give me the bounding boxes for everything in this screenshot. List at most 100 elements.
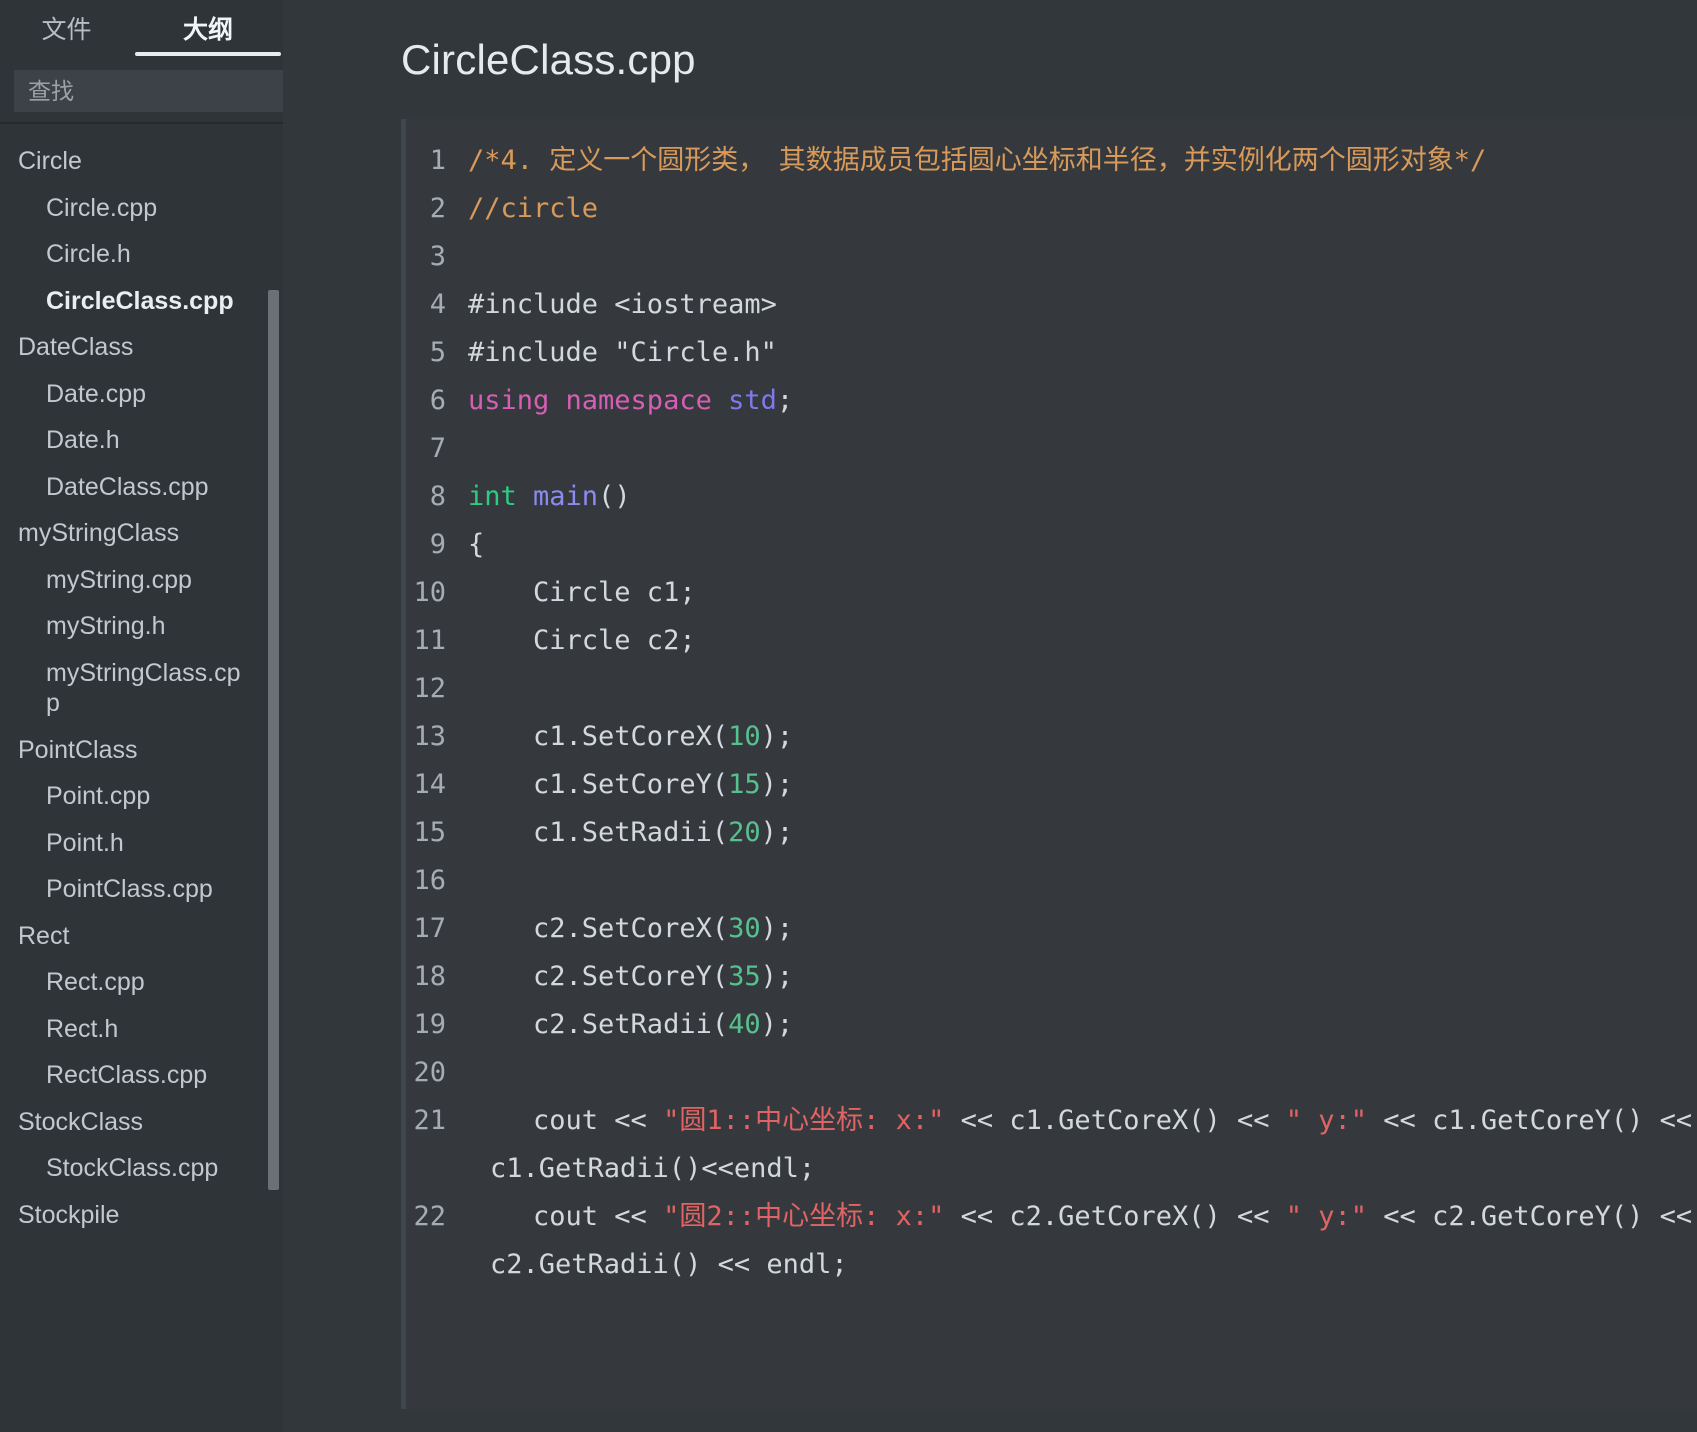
code-line-wrap: c1.GetRadii()<<endl;	[406, 1145, 1697, 1193]
code-line: 19 c2.SetRadii(40);	[406, 1001, 1697, 1049]
tree-item-point-h[interactable]: Point.h	[0, 820, 283, 867]
tree-item-circle-h[interactable]: Circle.h	[0, 231, 283, 278]
code-token-ns: std	[728, 385, 777, 416]
code-token-str: " y:"	[1285, 1105, 1368, 1136]
code-text: //circle	[468, 185, 598, 233]
code-line: 17 c2.SetCoreX(30);	[406, 905, 1697, 953]
code-text: {	[468, 521, 484, 569]
code-token-plain: );	[760, 961, 794, 992]
code-text: c2.SetCoreX(30);	[468, 905, 793, 953]
tree-item-circle-cpp[interactable]: Circle.cpp	[0, 185, 283, 232]
code-token-num: 10	[728, 721, 761, 752]
tree-item-pointclass-cpp[interactable]: PointClass.cpp	[0, 866, 283, 913]
code-token-plain: c1.SetRadii(	[468, 817, 729, 848]
code-text: c1.SetCoreX(10);	[468, 713, 793, 761]
tree-item-mystringclass-cpp[interactable]: myStringClass.cpp	[0, 650, 283, 727]
tree-item-rect-h[interactable]: Rect.h	[0, 1006, 283, 1053]
code-block[interactable]: 1 /*4. 定义一个圆形类， 其数据成员包括圆心坐标和半径，并实例化两个圆形对象…	[401, 119, 1697, 1409]
code-token-plain: c2.GetRadii() << endl;	[490, 1249, 848, 1280]
code-line: 9{	[406, 521, 1697, 569]
code-token-num: 40	[728, 1009, 761, 1040]
code-token-plain: {	[468, 529, 485, 560]
code-token-plain: );	[760, 913, 794, 944]
tree-item-stockclass-cpp[interactable]: StockClass.cpp	[0, 1145, 283, 1192]
line-number: 16	[413, 865, 446, 896]
code-token-str: " y:"	[1285, 1201, 1368, 1232]
code-text: c1.SetRadii(20);	[468, 809, 793, 857]
search-input[interactable]	[14, 70, 283, 112]
code-line: 12	[406, 665, 1697, 713]
code-token-plain: << c2.GetCoreX() <<	[944, 1201, 1286, 1232]
tree-item-rect-cpp[interactable]: Rect.cpp	[0, 959, 283, 1006]
line-number: 2	[429, 193, 446, 224]
code-token-comment: /*4. 定义一个圆形类， 其数据成员包括圆心坐标和半径，并实例化两个圆形对象*…	[468, 145, 1487, 176]
tree-item-pointclass[interactable]: PointClass	[0, 727, 283, 774]
tree-item-mystringclass[interactable]: myStringClass	[0, 510, 283, 557]
code-text: c2.SetCoreY(35);	[468, 953, 793, 1001]
code-line: 22 cout << "圆2::中心坐标: x:" << c2.GetCoreX…	[406, 1193, 1697, 1241]
code-token-plain: c2.SetCoreX(	[468, 913, 729, 944]
tree-item-circleclass-cpp[interactable]: CircleClass.cpp	[0, 278, 283, 325]
code-line: 18 c2.SetCoreY(35);	[406, 953, 1697, 1001]
tree-item-stockpile[interactable]: Stockpile	[0, 1192, 283, 1239]
code-token-num: 30	[728, 913, 761, 944]
code-line: 21 cout << "圆1::中心坐标: x:" << c1.GetCoreX…	[406, 1097, 1697, 1145]
line-number: 13	[413, 721, 446, 752]
tree-item-mystring-cpp[interactable]: myString.cpp	[0, 557, 283, 604]
code-text: using namespace std;	[468, 377, 793, 425]
code-line: 8 int main()	[406, 473, 1697, 521]
sidebar-scrollbar[interactable]	[268, 290, 279, 1190]
tree-item-stockclass[interactable]: StockClass	[0, 1099, 283, 1146]
code-line: 4 #include <iostream>	[406, 281, 1697, 329]
code-line: 2 //circle	[406, 185, 1697, 233]
tree-item-circle[interactable]: Circle	[0, 138, 283, 185]
code-line: 13 c1.SetCoreX(10);	[406, 713, 1697, 761]
tab-outline[interactable]: 大纲	[133, 0, 283, 60]
code-token-plain: c1.SetCoreX(	[468, 721, 729, 752]
code-line: 1 /*4. 定义一个圆形类， 其数据成员包括圆心坐标和半径，并实例化两个圆形对象…	[406, 137, 1697, 185]
code-token-num: 20	[728, 817, 761, 848]
code-token-plain: );	[760, 721, 794, 752]
code-token-str: "圆2::中心坐标: x:"	[663, 1201, 945, 1232]
code-line-wrap: c2.GetRadii() << endl;	[406, 1241, 1697, 1289]
code-text: Circle c2;	[468, 617, 696, 665]
page-title: CircleClass.cpp	[401, 36, 696, 83]
tree-item-date-h[interactable]: Date.h	[0, 417, 283, 464]
code-text: /*4. 定义一个圆形类， 其数据成员包括圆心坐标和半径，并实例化两个圆形对象*…	[468, 137, 1486, 185]
code-text: cout << "圆1::中心坐标: x:" << c1.GetCoreX() …	[468, 1097, 1697, 1145]
code-token-plain: c1.GetRadii()<<endl;	[490, 1153, 816, 1184]
code-line: 3	[406, 233, 1697, 281]
line-number: 9	[429, 529, 446, 560]
sidebar: 文件 大纲 ✕ CircleCircle.cppCircle.hCircleCl…	[0, 0, 283, 1432]
code-token-plain: c2.SetRadii(	[468, 1009, 729, 1040]
code-text: int main()	[468, 473, 631, 521]
tree-item-rect[interactable]: Rect	[0, 913, 283, 960]
line-number: 21	[413, 1105, 446, 1136]
code-line: 10 Circle c1;	[406, 569, 1697, 617]
main-content: CircleClass.cpp 1 /*4. 定义一个圆形类， 其数据成员包括圆心…	[283, 0, 1697, 1432]
code-line: 14 c1.SetCoreY(15);	[406, 761, 1697, 809]
tree-item-mystring-h[interactable]: myString.h	[0, 603, 283, 650]
line-number: 15	[413, 817, 446, 848]
tab-files[interactable]: 文件	[0, 0, 133, 60]
sidebar-tabbar: 文件 大纲	[0, 0, 283, 60]
line-number: 6	[429, 385, 446, 416]
tree-item-date-cpp[interactable]: Date.cpp	[0, 371, 283, 418]
code-text: c1.SetCoreY(15);	[468, 761, 793, 809]
code-token-plain: cout <<	[468, 1105, 664, 1136]
code-line: 15 c1.SetRadii(20);	[406, 809, 1697, 857]
outline-tree: Circle Circle.cpp Circle.h CircleClass.cpp D…	[0, 124, 283, 1432]
line-number: 17	[413, 913, 446, 944]
code-token-plain: cout <<	[468, 1201, 664, 1232]
code-line: 16	[406, 857, 1697, 905]
code-text: #include "Circle.h"	[468, 329, 777, 377]
tree-item-rectclass-cpp[interactable]: RectClass.cpp	[0, 1052, 283, 1099]
line-number: 22	[413, 1201, 446, 1232]
line-number: 18	[413, 961, 446, 992]
tree-item-dateclass-cpp[interactable]: DateClass.cpp	[0, 464, 283, 511]
tree-item-point-cpp[interactable]: Point.cpp	[0, 773, 283, 820]
code-text: cout << "圆2::中心坐标: x:" << c2.GetCoreX() …	[468, 1193, 1697, 1241]
code-token-fn: main	[533, 481, 599, 512]
tree-item-dateclass[interactable]: DateClass	[0, 324, 283, 371]
line-number: 8	[429, 481, 446, 512]
